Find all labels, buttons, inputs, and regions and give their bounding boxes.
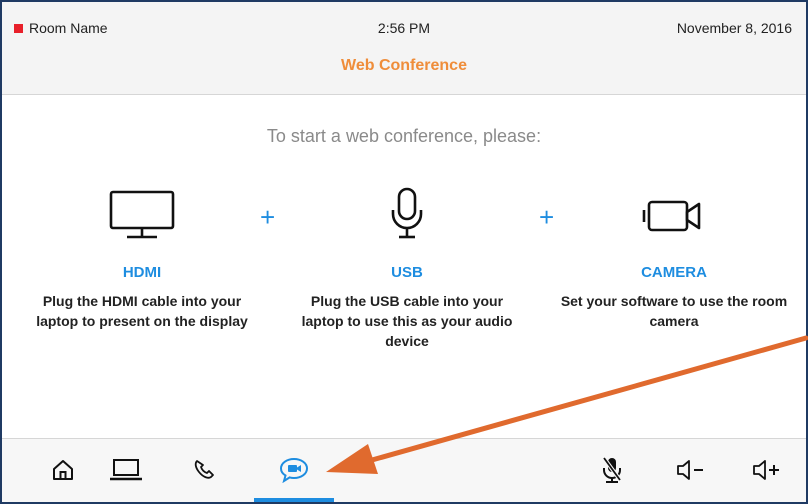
web-conference-button[interactable] <box>277 453 311 487</box>
step-description: Plug the HDMI cable into your laptop to … <box>36 293 248 329</box>
touch-panel-frame: Room Name 2:56 PM November 8, 2016 Web C… <box>0 0 808 504</box>
home-icon <box>53 460 73 480</box>
step-description: Plug the USB cable into your laptop to u… <box>301 293 513 349</box>
plus-sign: + <box>539 202 555 232</box>
active-tab-indicator <box>254 498 334 502</box>
step-hdmi: HDMI Plug the HDMI cable into your lapto… <box>27 184 257 331</box>
status-bar: Room Name 2:56 PM November 8, 2016 Web C… <box>2 2 806 95</box>
step-label: USB <box>391 264 423 281</box>
monitor-icon <box>109 190 175 239</box>
step-camera: CAMERA Set your software to use the room… <box>559 184 789 331</box>
current-date: November 8, 2016 <box>676 20 792 36</box>
volume-up-icon <box>753 460 779 480</box>
page-title: Web Conference <box>341 57 467 74</box>
bottom-nav-bar <box>2 438 806 502</box>
step-usb: USB Plug the USB cable into your laptop … <box>292 184 522 351</box>
instruction-prompt: To start a web conference, please: <box>266 126 542 146</box>
step-label: HDMI <box>122 264 162 281</box>
microphone-icon <box>391 187 423 239</box>
camera-icon <box>642 200 701 232</box>
plus-sign: + <box>260 202 276 232</box>
step-description: Set your software to use the room camera <box>560 293 788 329</box>
mic-mute-icon <box>602 456 622 483</box>
home-button[interactable] <box>46 453 80 487</box>
volume-up-button[interactable] <box>750 453 784 487</box>
volume-down-icon <box>677 460 703 480</box>
phone-icon <box>194 460 214 479</box>
volume-down-button[interactable] <box>674 453 708 487</box>
web-conference-icon <box>279 457 309 483</box>
phone-button[interactable] <box>187 453 221 487</box>
step-label: CAMERA <box>641 264 707 281</box>
mic-mute-button[interactable] <box>595 453 629 487</box>
laptop-icon <box>110 459 142 481</box>
laptop-button[interactable] <box>109 453 143 487</box>
